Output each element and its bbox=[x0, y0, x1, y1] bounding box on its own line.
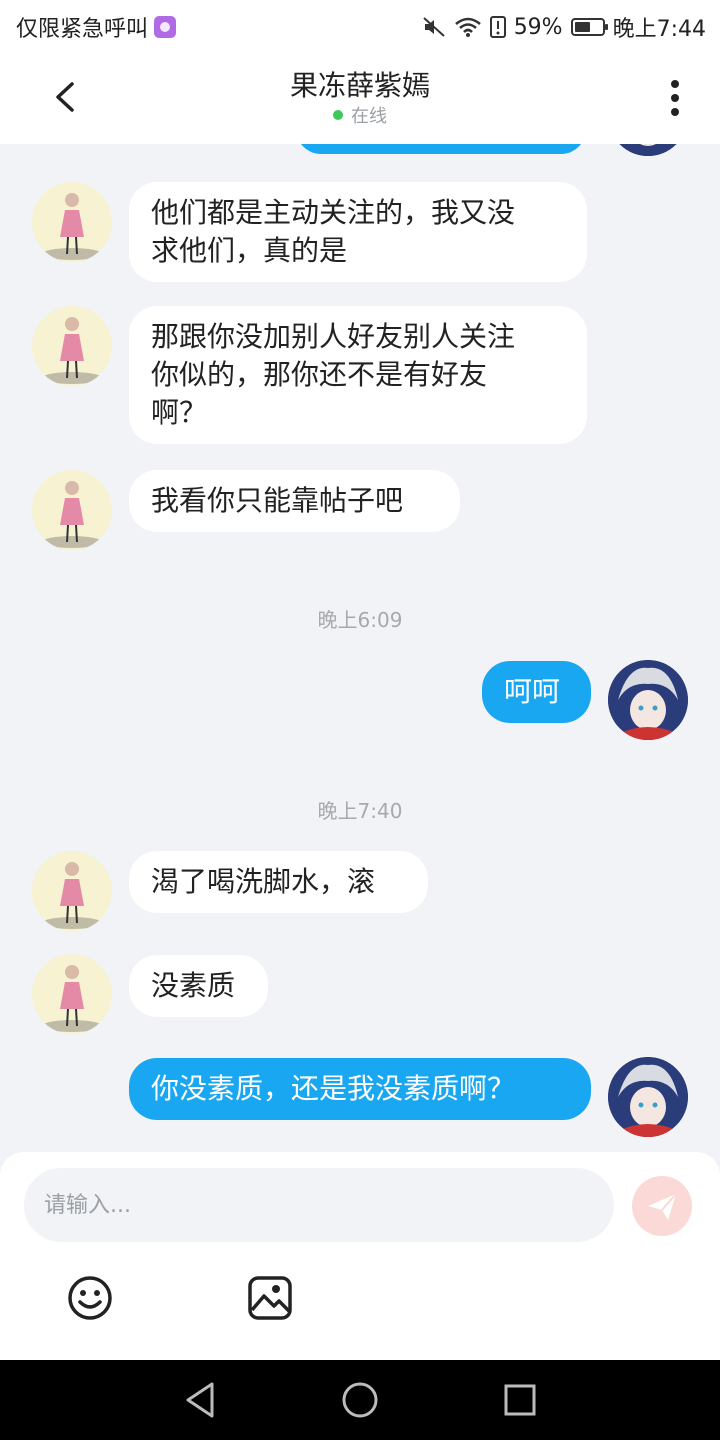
status-right: 59% 晚上7:44 bbox=[422, 11, 706, 43]
message-text: 渴了喝洗脚水，滚 bbox=[151, 865, 376, 898]
contact-avatar-icon bbox=[32, 306, 112, 386]
message-text: 我看你只能靠帖子吧 bbox=[151, 484, 404, 517]
contact-avatar-icon bbox=[32, 182, 112, 262]
message-bubble-partial[interactable] bbox=[296, 144, 586, 154]
more-options-button[interactable] bbox=[660, 76, 690, 120]
more-vertical-icon bbox=[671, 80, 679, 116]
contact-avatar[interactable] bbox=[32, 851, 112, 931]
user-avatar-icon bbox=[608, 1057, 688, 1137]
message-bubble[interactable]: 没素质 bbox=[129, 955, 268, 1017]
message-composer bbox=[0, 1152, 720, 1360]
contact-avatar[interactable] bbox=[32, 954, 112, 1034]
message-input[interactable] bbox=[24, 1168, 614, 1242]
wifi-icon bbox=[454, 17, 481, 37]
online-dot-icon bbox=[333, 110, 343, 120]
my-avatar[interactable] bbox=[608, 1057, 688, 1137]
status-bar: 仅限紧急呼叫 59% 晚上7:44 bbox=[0, 0, 720, 50]
timestamp: 晚上6:09 bbox=[317, 608, 403, 632]
message-bubble-outgoing[interactable]: 呵呵 bbox=[482, 661, 591, 723]
image-icon bbox=[248, 1276, 292, 1320]
nav-home-button[interactable] bbox=[338, 1378, 382, 1422]
emergency-only-text: 仅限紧急呼叫 bbox=[16, 17, 149, 42]
my-avatar[interactable] bbox=[608, 660, 688, 740]
contact-avatar-icon bbox=[32, 954, 112, 1034]
square-recent-icon bbox=[504, 1384, 536, 1416]
contact-name: 果冻薛紫嫣 bbox=[289, 69, 430, 102]
message-line: 啊？ bbox=[151, 396, 208, 429]
message-list[interactable]: 他们都是主动关注的，我又没 求他们，真的是 那跟你没加别人好友别人关注 你似的，… bbox=[0, 144, 720, 1152]
system-nav-bar bbox=[0, 1360, 720, 1440]
contact-avatar-icon bbox=[32, 851, 112, 931]
battery-level bbox=[574, 22, 590, 32]
message-text: 呵呵 bbox=[504, 675, 561, 708]
timestamp: 晚上7:40 bbox=[317, 799, 403, 823]
chat-header: 果冻薛紫嫣 在线 bbox=[0, 50, 720, 144]
status-left: 仅限紧急呼叫 bbox=[16, 11, 177, 43]
emoji-button[interactable] bbox=[66, 1274, 114, 1322]
online-status: 在线 bbox=[0, 102, 720, 128]
user-avatar-icon bbox=[619, 144, 677, 156]
message-text: 你没素质，还是我没素质啊？ bbox=[151, 1072, 516, 1105]
mute-icon bbox=[423, 17, 445, 37]
message-text: 没素质 bbox=[151, 969, 236, 1002]
battery-percent: 59% bbox=[513, 14, 563, 40]
clock: 晚上7:44 bbox=[612, 17, 706, 42]
my-avatar-partial[interactable] bbox=[608, 144, 688, 156]
message-line: 那跟你没加别人好友别人关注 bbox=[151, 320, 516, 353]
message-bubble[interactable]: 渴了喝洗脚水，滚 bbox=[129, 851, 428, 913]
message-line: 求他们，真的是 bbox=[151, 234, 348, 267]
circle-home-icon bbox=[342, 1382, 378, 1418]
smiley-icon bbox=[68, 1276, 112, 1320]
message-line: 他们都是主动关注的，我又没 bbox=[151, 196, 516, 229]
online-status-text: 在线 bbox=[351, 106, 387, 127]
send-icon bbox=[648, 1193, 677, 1220]
message-line: 你似的，那你还不是有好友 bbox=[151, 358, 488, 391]
message-bubble[interactable]: 我看你只能靠帖子吧 bbox=[129, 470, 460, 532]
contact-avatar-icon bbox=[32, 470, 112, 550]
user-avatar-icon bbox=[608, 660, 688, 740]
message-bubble[interactable]: 他们都是主动关注的，我又没 求他们，真的是 bbox=[129, 182, 587, 282]
sim-alert-icon bbox=[489, 16, 506, 38]
contact-avatar[interactable] bbox=[32, 182, 112, 262]
triangle-back-icon bbox=[186, 1382, 214, 1418]
nav-recent-button[interactable] bbox=[498, 1378, 542, 1422]
contact-avatar[interactable] bbox=[32, 470, 112, 550]
message-bubble-outgoing[interactable]: 你没素质，还是我没素质啊？ bbox=[129, 1058, 591, 1120]
battery-icon bbox=[570, 18, 608, 36]
contact-avatar[interactable] bbox=[32, 306, 112, 386]
app-notification-icon bbox=[154, 16, 177, 38]
image-picker-button[interactable] bbox=[246, 1274, 294, 1322]
message-bubble[interactable]: 那跟你没加别人好友别人关注 你似的，那你还不是有好友 啊？ bbox=[129, 306, 587, 444]
nav-back-button[interactable] bbox=[178, 1378, 222, 1422]
send-button[interactable] bbox=[632, 1176, 692, 1236]
